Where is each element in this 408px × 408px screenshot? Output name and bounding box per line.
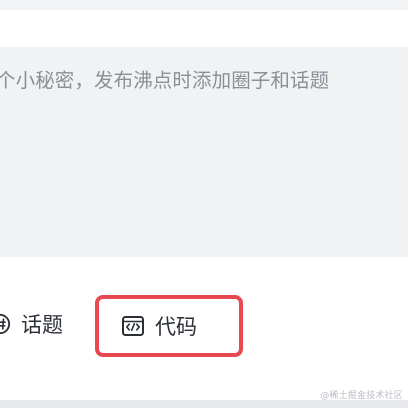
top-strip	[0, 0, 408, 10]
page: 个小秘密，发布沸点时添加圈子和话题 话题 代码 @稀土掘金技术社区	[0, 0, 408, 408]
editor-placeholder: 个小秘密，发布沸点时添加圈子和话题	[0, 69, 330, 92]
header-bar	[0, 10, 408, 47]
editor-toolbar: 话题 代码	[0, 257, 408, 400]
code-button-label: 代码	[155, 315, 197, 339]
code-button-highlight: 代码	[95, 295, 243, 357]
hash-circle-icon	[0, 313, 11, 335]
topic-button-label: 话题	[21, 313, 63, 337]
code-box-icon	[121, 315, 145, 337]
watermark: @稀土掘金技术社区	[320, 391, 403, 401]
bottom-strip	[0, 400, 408, 408]
topic-button[interactable]: 话题	[0, 307, 63, 341]
post-editor[interactable]: 个小秘密，发布沸点时添加圈子和话题	[0, 47, 408, 257]
code-button[interactable]: 代码	[121, 310, 197, 342]
